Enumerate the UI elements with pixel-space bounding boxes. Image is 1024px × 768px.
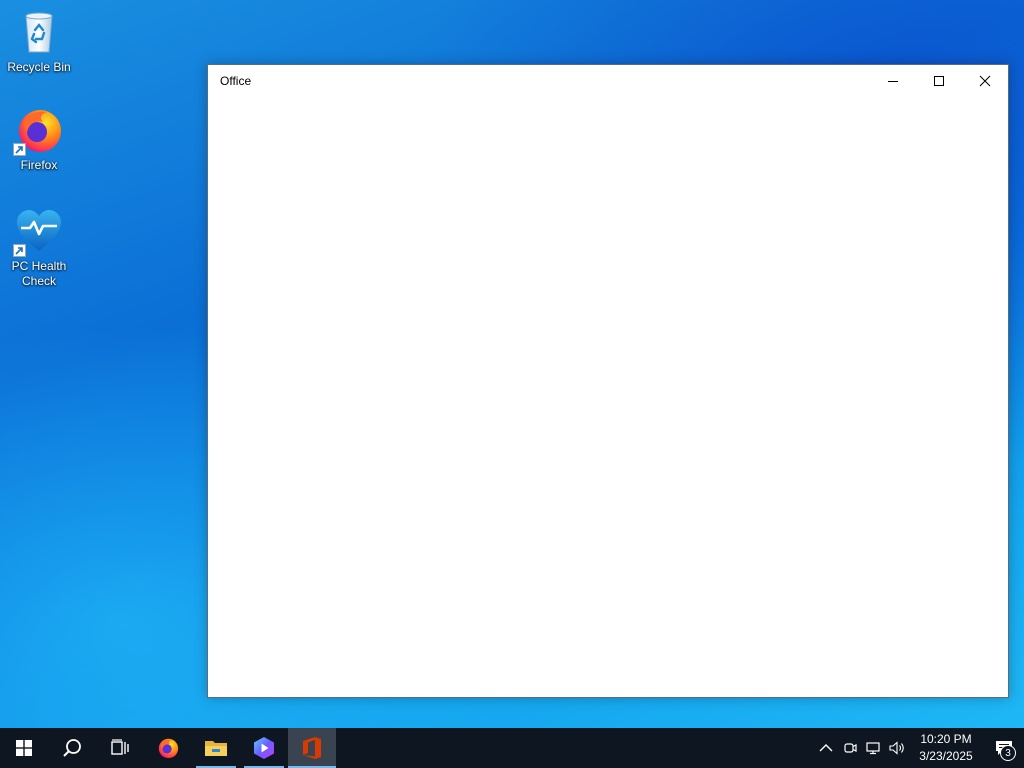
caption-buttons <box>870 65 1008 97</box>
desktop-icon-label: Firefox <box>20 158 58 172</box>
desktop: Recycle Bin Firefox PC Health Check Offi… <box>0 0 1024 728</box>
volume-button[interactable] <box>886 728 910 768</box>
desktop-icon-label: Recycle Bin <box>7 60 71 74</box>
shortcut-arrow-icon <box>13 244 26 257</box>
meet-now-button[interactable] <box>838 728 862 768</box>
window-content <box>208 97 1008 697</box>
network-icon <box>866 742 880 755</box>
show-hidden-icons-button[interactable] <box>814 728 838 768</box>
close-icon <box>979 75 991 87</box>
recycle-bin-icon <box>13 6 65 58</box>
clock-time: 10:20 PM <box>920 732 972 746</box>
play-icon <box>254 737 274 759</box>
desktop-icon-firefox[interactable]: Firefox <box>1 104 77 173</box>
minimize-button[interactable] <box>870 65 916 97</box>
shortcut-arrow-icon <box>13 143 26 156</box>
taskbar-firefox[interactable] <box>144 728 192 768</box>
taskbar-media-app[interactable] <box>240 728 288 768</box>
windows-logo-icon <box>16 740 32 756</box>
pc-health-check-icon <box>13 205 65 257</box>
camera-icon <box>844 743 857 753</box>
search-icon <box>63 739 81 757</box>
firefox-icon <box>13 104 65 156</box>
maximize-button[interactable] <box>916 65 962 97</box>
system-tray: 10:20 PM 3/23/2025 3 <box>814 728 1024 768</box>
task-view-button[interactable] <box>96 728 144 768</box>
start-button[interactable] <box>0 728 48 768</box>
desktop-icon-label: PC Health Check <box>11 259 67 288</box>
task-view-icon <box>111 739 129 755</box>
office-window[interactable]: Office <box>207 64 1009 698</box>
taskbar: 10:20 PM 3/23/2025 3 <box>0 728 1024 768</box>
clock[interactable]: 10:20 PM 3/23/2025 <box>914 728 978 768</box>
window-title: Office <box>220 74 252 88</box>
clock-date: 3/23/2025 <box>919 749 973 763</box>
notification-count-badge: 3 <box>1000 745 1016 761</box>
taskbar-file-explorer[interactable] <box>192 728 240 768</box>
speaker-icon <box>889 741 904 755</box>
chevron-up-icon <box>819 744 833 752</box>
maximize-icon <box>934 76 944 86</box>
search-button[interactable] <box>48 728 96 768</box>
taskbar-office[interactable] <box>288 728 336 768</box>
desktop-icon-recycle-bin[interactable]: Recycle Bin <box>1 6 77 75</box>
close-button[interactable] <box>962 65 1008 97</box>
office-icon <box>303 737 321 759</box>
desktop-icon-pc-health-check[interactable]: PC Health Check <box>1 205 77 289</box>
window-titlebar[interactable]: Office <box>208 65 1008 97</box>
network-button[interactable] <box>862 728 886 768</box>
firefox-icon <box>158 738 179 759</box>
action-center-button[interactable]: 3 <box>984 728 1024 768</box>
folder-icon <box>205 741 227 756</box>
minimize-icon <box>888 81 898 82</box>
